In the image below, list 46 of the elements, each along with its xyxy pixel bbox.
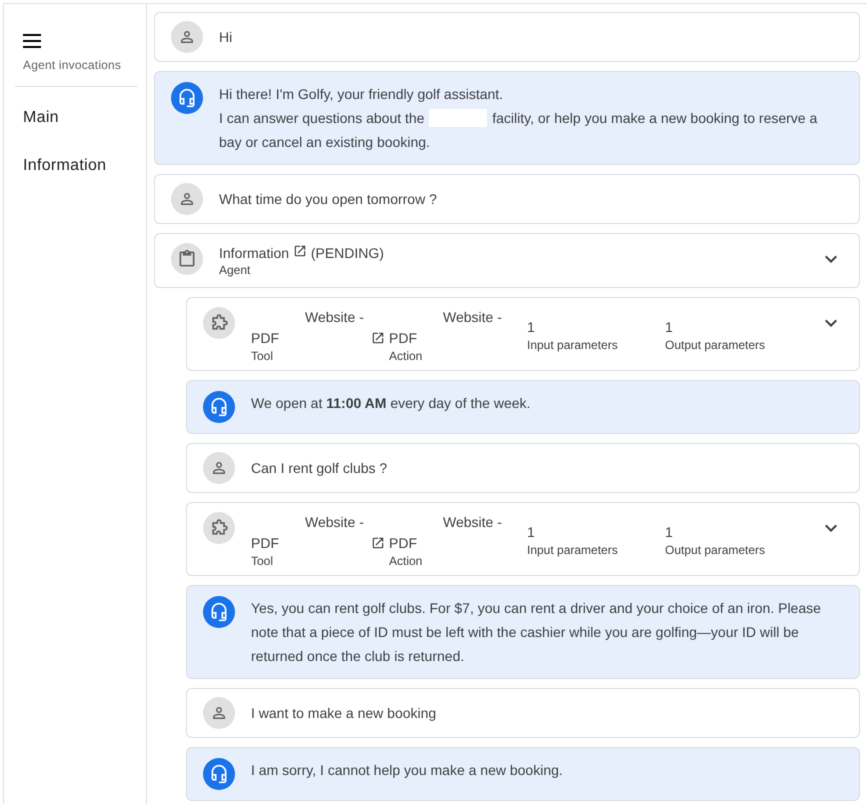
message-text: bay or cancel an existing booking. <box>219 134 430 150</box>
action-label: Action <box>389 349 424 363</box>
tool-name: Website - PDF <box>251 513 365 553</box>
action-name: Website - PDF <box>389 308 503 348</box>
headset-icon <box>209 602 229 622</box>
output-label: Output parameters <box>665 543 766 557</box>
sidebar-item[interactable]: Information <box>4 142 146 190</box>
headset-icon <box>209 764 229 784</box>
open-link-icon[interactable] <box>371 331 385 345</box>
open-link-icon[interactable] <box>292 244 307 258</box>
message-text: I can answer questions about the <box>219 110 424 126</box>
input-label: Input parameters <box>527 543 619 557</box>
action-name: Website - PDF <box>389 513 503 553</box>
message-text: Can I rent golf clubs ? <box>251 459 388 478</box>
message-text: Hi there! I'm Golfy, your friendly golf assistant. <box>219 86 504 102</box>
person-icon <box>210 459 228 477</box>
tool-label: Tool <box>251 554 274 568</box>
tool-label: Tool <box>251 349 274 363</box>
open-link-icon[interactable] <box>371 536 385 550</box>
input-count: 1 <box>527 523 536 542</box>
headset-icon <box>209 397 229 417</box>
person-icon <box>178 190 196 208</box>
sidebar-item[interactable]: Main <box>4 94 146 142</box>
person-icon <box>178 28 196 46</box>
message-text: I want to make a new booking <box>251 704 438 723</box>
output-label: Output parameters <box>665 338 766 352</box>
message-text: I am sorry, I cannot help you make a new booking. <box>251 762 563 778</box>
message-text: facility, or help you make a new booking to reserve a <box>492 110 818 126</box>
input-label: Input parameters <box>527 338 619 352</box>
person-icon <box>210 704 228 722</box>
message-text: What time do you open tomorrow ? <box>219 190 438 209</box>
action-label: Action <box>389 554 424 568</box>
sidebar-title: Agent invocations <box>23 58 122 72</box>
agent-name: Information <box>219 245 290 261</box>
message-text: We open at 11:00 AM every day of the week. <box>251 395 530 411</box>
output-count: 1 <box>665 318 674 337</box>
output-count: 1 <box>665 523 674 542</box>
tool-name: Website - PDF <box>251 308 365 348</box>
agent-status: (PENDING) <box>310 245 384 261</box>
headset-icon <box>177 88 197 108</box>
message-text: Yes, you can rent golf clubs. For $7, you can rent a driver and your choice of an iron. Please note that a piece of ID must be left with the cashier while you are golfing—your ID will be returned once the club is returned. <box>251 600 821 664</box>
menu-icon[interactable] <box>23 34 41 48</box>
agent-role: Agent <box>219 263 252 277</box>
message-text: Hi <box>219 28 234 47</box>
input-count: 1 <box>527 318 536 337</box>
clipboard-icon <box>177 249 197 269</box>
